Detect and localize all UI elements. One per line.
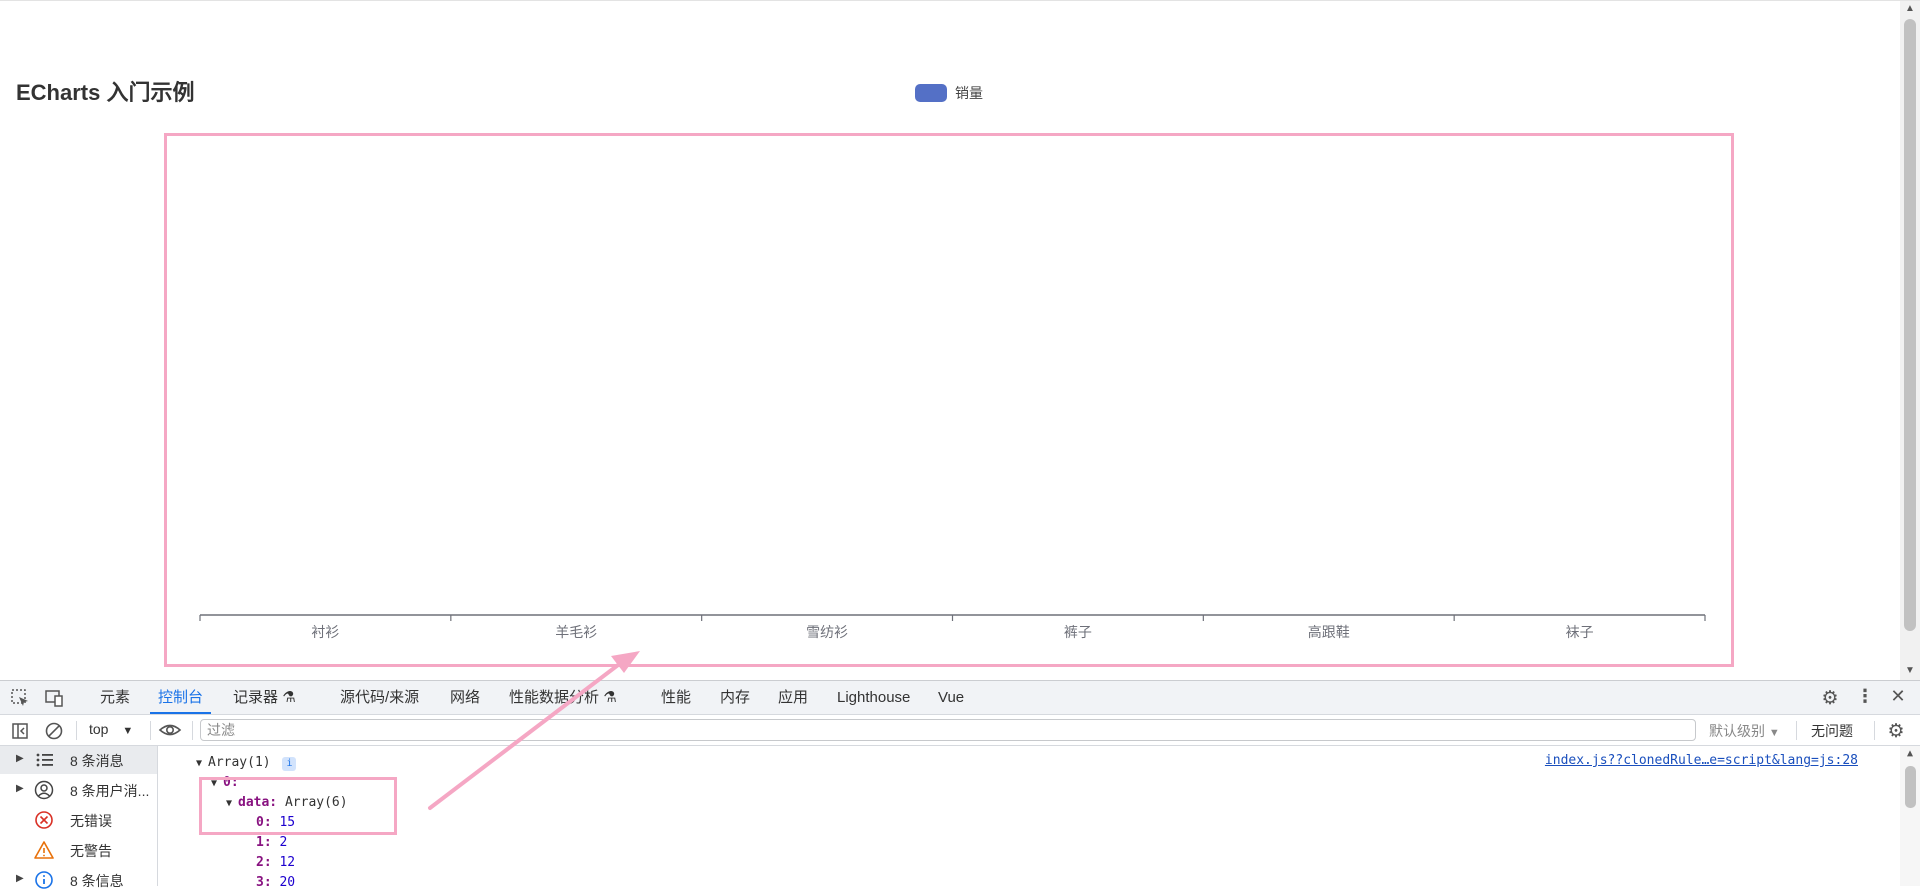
tab-network[interactable]: 网络: [450, 681, 480, 714]
sidebar-item-info[interactable]: ▶ 8 条信息: [0, 866, 157, 894]
console-scrollbar[interactable]: ▲: [1900, 746, 1920, 886]
entry-value: 12: [279, 855, 296, 870]
console-settings-gear-icon[interactable]: ⚙: [1886, 720, 1906, 742]
chart-legend[interactable]: 销量: [915, 83, 983, 103]
tab-elements[interactable]: 元素: [100, 681, 130, 714]
sidebar-item-warnings[interactable]: 无警告: [0, 836, 157, 864]
log-level-dropdown[interactable]: 默认级别 ▼: [1709, 721, 1780, 741]
console-log-array[interactable]: ▼ Array(1) i: [196, 755, 297, 771]
log-level-label: 默认级别: [1709, 723, 1765, 739]
settings-gear-icon[interactable]: ⚙: [1820, 687, 1840, 709]
tab-vue[interactable]: Vue: [938, 681, 964, 714]
x-axis-tick-label: 雪纺衫: [806, 625, 848, 641]
toolbar-divider: [192, 721, 193, 740]
console-scroll-thumb[interactable]: [1905, 766, 1916, 808]
chart-container: 衬衫 羊毛衫 雪纺衫 裤子 高跟鞋 袜子: [164, 133, 1734, 667]
scroll-down-arrow-icon[interactable]: ▼: [1904, 665, 1916, 677]
dropdown-caret-icon: ▼: [122, 725, 134, 737]
tab-performance-insights-label: 性能数据分析: [509, 689, 600, 706]
sidebar-item-label: 无警告: [70, 843, 112, 859]
page-scrollbar[interactable]: ▲ ▼: [1900, 1, 1920, 681]
data-entry: 2: 12: [256, 855, 295, 870]
toolbar-divider: [1796, 721, 1797, 740]
context-selector-label: top: [89, 721, 109, 737]
expand-triangle-icon[interactable]: ▼: [196, 758, 208, 769]
sidebar-item-label: 8 条信息: [70, 873, 124, 889]
live-expression-eye-icon[interactable]: [158, 720, 182, 740]
tab-lighthouse[interactable]: Lighthouse: [837, 681, 910, 714]
legend-swatch: [915, 84, 947, 102]
expand-caret-icon[interactable]: ▶: [16, 783, 24, 794]
annotation-highlight-box: [199, 777, 397, 835]
page-viewport: ECharts 入门示例 销量 衬衫 羊毛衫 雪纺衫 裤子 高跟鞋 袜子 ▲ ▼: [0, 0, 1920, 681]
tab-performance[interactable]: 性能: [661, 681, 691, 714]
user-icon: [34, 780, 54, 800]
sidebar-item-errors[interactable]: 无错误: [0, 806, 157, 834]
sidebar-item-label: 无错误: [70, 813, 112, 829]
list-icon: [34, 750, 54, 770]
expand-caret-icon[interactable]: ▶: [16, 873, 24, 884]
tab-sources[interactable]: 源代码/来源: [340, 681, 419, 714]
scroll-up-arrow-icon[interactable]: ▲: [1904, 3, 1916, 15]
tab-recorder-label: 记录器: [233, 689, 279, 706]
x-axis-tick-label: 羊毛衫: [555, 625, 597, 641]
issues-button[interactable]: 无问题: [1811, 721, 1853, 741]
sidebar-item-label: 8 条用户消...: [70, 783, 150, 799]
experiment-flask-icon: ⚗: [603, 689, 617, 706]
tab-application[interactable]: 应用: [778, 681, 808, 714]
device-toolbar-icon[interactable]: [44, 688, 64, 708]
bar-chart: 衬衫 羊毛衫 雪纺衫 裤子 高跟鞋 袜子: [199, 614, 1706, 641]
tab-recorder[interactable]: 记录器 ⚗: [233, 681, 296, 714]
sidebar-item-label: 8 条消息: [70, 753, 124, 769]
source-link[interactable]: index.js??clonedRule…e=script&lang=js:28: [1545, 753, 1858, 768]
tab-performance-insights[interactable]: 性能数据分析 ⚗: [509, 681, 617, 714]
clear-console-icon[interactable]: [44, 721, 64, 741]
entry-key: 3:: [256, 875, 272, 890]
console-toolbar: top ▼ 默认级别 ▼ 无问题 ⚙: [0, 715, 1920, 746]
page-title: ECharts 入门示例: [16, 80, 195, 105]
info-icon: [34, 870, 54, 890]
legend-label: 销量: [955, 85, 983, 101]
scroll-up-arrow-icon[interactable]: ▲: [1904, 748, 1916, 760]
entry-value: 2: [279, 835, 288, 850]
entry-key: 1:: [256, 835, 272, 850]
console-output: ▼ Array(1) i index.js??clonedRule…e=scrip…: [158, 746, 1920, 890]
close-devtools-icon[interactable]: ✕: [1888, 686, 1908, 708]
entry-value: 20: [279, 875, 296, 890]
toolbar-divider: [76, 721, 77, 740]
error-icon: [34, 810, 54, 830]
info-badge-icon[interactable]: i: [282, 757, 297, 771]
sidebar-item-messages[interactable]: ▶ 8 条消息: [0, 746, 157, 774]
context-selector[interactable]: top ▼: [89, 721, 133, 737]
inspect-element-icon[interactable]: [10, 688, 30, 708]
x-axis-tick-label: 裤子: [1064, 625, 1092, 641]
entry-key: 2:: [256, 855, 272, 870]
more-options-icon[interactable]: ⋮: [1856, 686, 1874, 708]
dropdown-caret-icon: ▼: [1768, 727, 1780, 739]
tab-memory[interactable]: 内存: [720, 681, 750, 714]
experiment-flask-icon: ⚗: [282, 689, 296, 706]
page-scroll-thumb[interactable]: [1904, 19, 1916, 631]
sidebar-item-user-messages[interactable]: ▶ 8 条用户消...: [0, 776, 157, 804]
data-entry: 3: 20: [256, 875, 295, 890]
x-axis-tick-label: 衬衫: [311, 625, 339, 641]
toggle-sidebar-icon[interactable]: [10, 721, 30, 741]
warning-icon: [34, 840, 54, 860]
x-axis-tick-label: 高跟鞋: [1308, 624, 1350, 641]
array-label: Array(1): [208, 755, 271, 770]
toolbar-divider: [150, 721, 151, 740]
toolbar-divider: [1874, 721, 1875, 740]
x-axis-tick-label: 袜子: [1566, 625, 1594, 641]
console-sidebar: ▶ 8 条消息 ▶ 8 条用户消... 无错误 无警告 ▶ 8 条信息: [0, 746, 158, 889]
data-entry: 1: 2: [256, 835, 287, 850]
console-filter-input[interactable]: [200, 719, 1696, 741]
devtools-tabbar: 元素 控制台 记录器 ⚗ 源代码/来源 网络 性能数据分析 ⚗ 性能 内存 应用…: [0, 681, 1920, 715]
tab-console[interactable]: 控制台: [150, 681, 212, 714]
expand-caret-icon[interactable]: ▶: [16, 753, 24, 764]
